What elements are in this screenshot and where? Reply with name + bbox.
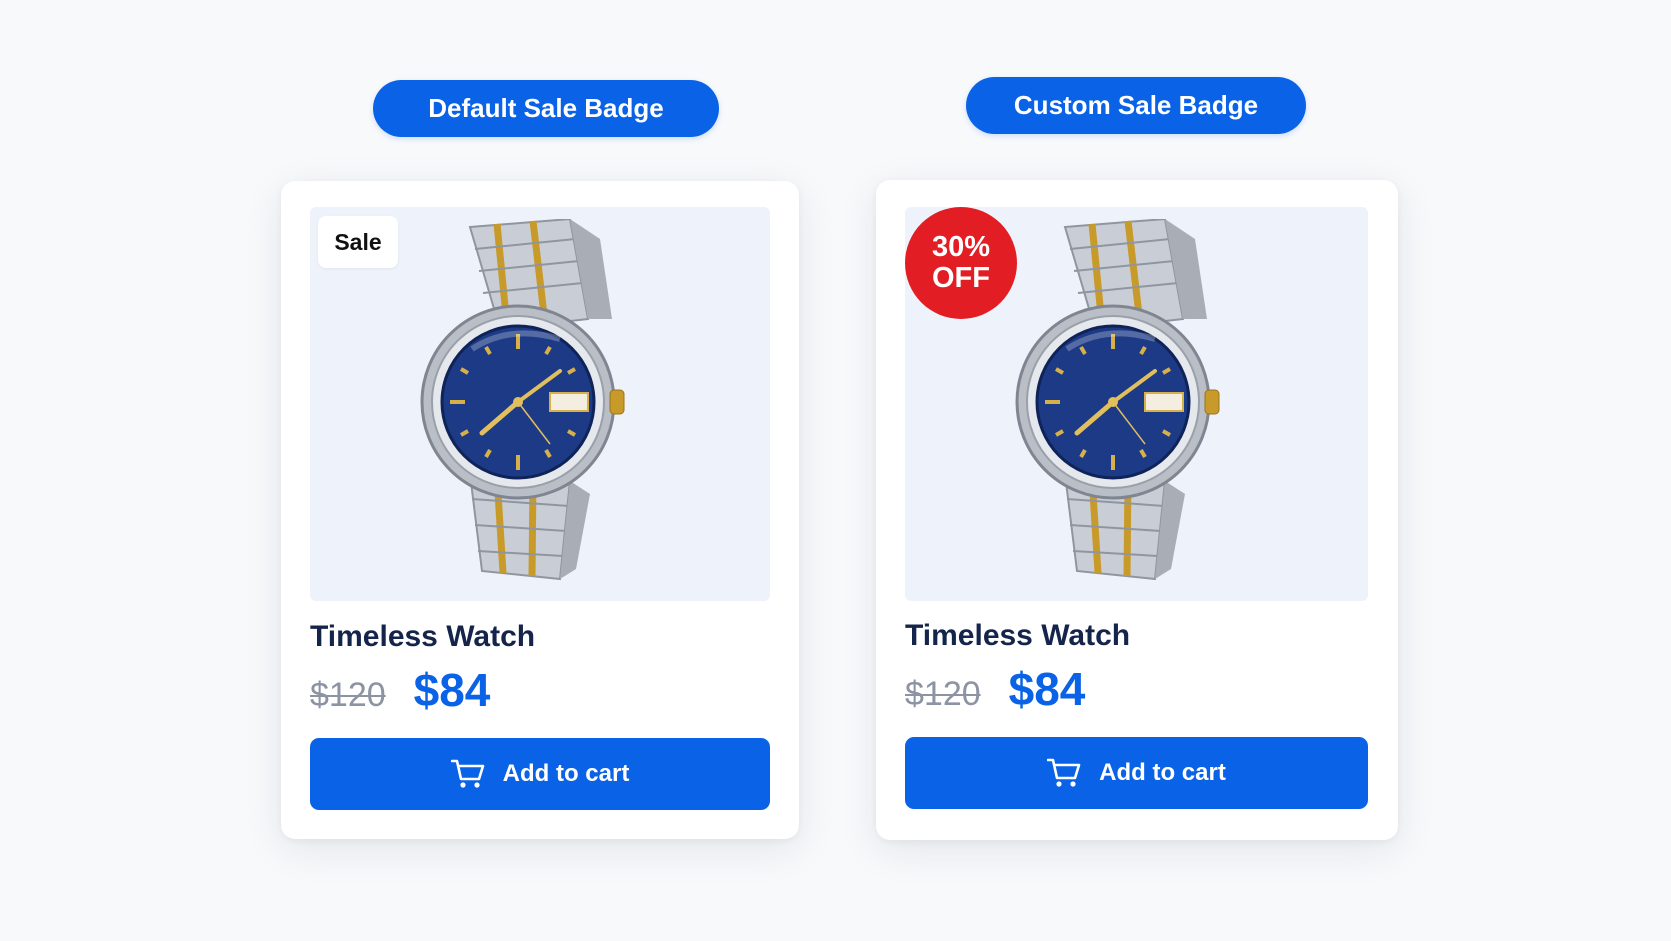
add-to-cart-label: Add to cart (1099, 759, 1226, 786)
sale-price: $84 (413, 664, 491, 716)
add-to-cart-button[interactable]: Add to cart (310, 738, 770, 810)
sale-badge: Sale (318, 216, 398, 268)
original-price: $120 (905, 675, 981, 713)
default-sale-badge-label: Default Sale Badge (373, 80, 719, 137)
product-card-default: Sale Timeless Watch $120 $84 Add to cart (281, 181, 799, 839)
discount-badge: 30% OFF (905, 207, 1017, 319)
product-image-area: 30% OFF (905, 207, 1368, 601)
price-row: $120 $84 (905, 662, 1085, 716)
watch-image (995, 219, 1255, 589)
add-to-cart-button[interactable]: Add to cart (905, 737, 1368, 809)
shopping-cart-icon (1047, 758, 1081, 788)
shopping-cart-icon (451, 759, 485, 789)
price-row: $120 $84 (310, 663, 490, 717)
product-title: Timeless Watch (310, 620, 536, 653)
product-title: Timeless Watch (905, 619, 1131, 652)
add-to-cart-label: Add to cart (502, 760, 630, 787)
sale-price: $84 (1008, 663, 1086, 715)
custom-sale-badge-label: Custom Sale Badge (966, 77, 1306, 134)
original-price: $120 (310, 676, 386, 714)
product-image-area: Sale (310, 207, 770, 601)
product-card-custom: 30% OFF Timeless Watch $120 $84 Add to c… (876, 180, 1398, 840)
watch-image (400, 219, 660, 589)
